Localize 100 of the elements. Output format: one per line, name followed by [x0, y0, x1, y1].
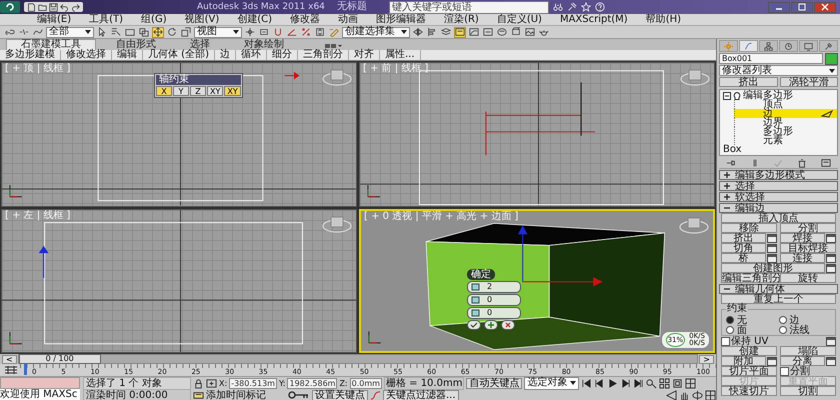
rollout-header[interactable]: 编辑边 [719, 203, 838, 213]
maxscript-field[interactable] [0, 377, 80, 389]
layers-icon[interactable] [440, 26, 452, 38]
search-field[interactable]: 键入关键字或短语 [388, 0, 549, 14]
absolute-mode-icon[interactable] [206, 378, 217, 388]
menu-item[interactable]: MAXScript(M) [550, 14, 637, 25]
panel-button[interactable]: 创建图形 [721, 263, 825, 273]
move-icon[interactable] [152, 26, 164, 38]
menu-item[interactable]: 工具(T) [80, 14, 132, 25]
ribbon-panel-tab[interactable]: 编辑 [112, 50, 143, 60]
panel-button[interactable]: 旋转 [780, 273, 836, 283]
monitor-icon[interactable] [799, 40, 818, 52]
trash-icon[interactable] [797, 158, 808, 168]
pivot-icon[interactable] [244, 26, 256, 38]
stack-item[interactable]: Box [720, 145, 837, 154]
panel-button[interactable]: 插入顶点 [721, 213, 836, 223]
dropdown[interactable]: 全部 [46, 26, 94, 38]
set-key-button[interactable]: 设置关键点 [312, 390, 368, 400]
panel-button[interactable]: 快速切片 [721, 386, 777, 396]
settings-button[interactable] [826, 264, 836, 272]
zoom-extents-icon[interactable] [672, 378, 684, 388]
zoom-icon[interactable] [646, 378, 658, 388]
radio-button[interactable] [778, 326, 786, 334]
axis-button[interactable]: XY [207, 86, 224, 96]
ribbon-panel-tab[interactable]: 三角剖分 [298, 50, 349, 60]
maximize-button[interactable] [791, 2, 813, 12]
axis-button[interactable]: Y [173, 86, 189, 96]
help-icon[interactable] [594, 2, 605, 12]
curve-icon[interactable] [739, 40, 758, 52]
save-icon[interactable] [49, 2, 58, 12]
time-slider-thumb[interactable]: 0 / 100 [18, 354, 101, 364]
dropdown[interactable]: 视图 [194, 26, 242, 38]
align-icon[interactable] [426, 26, 438, 38]
object-name-field[interactable]: Box001 [719, 53, 823, 64]
skip-forward-icon[interactable] [633, 378, 644, 388]
collapse-icon[interactable] [723, 92, 731, 100]
scale-icon[interactable] [180, 26, 192, 38]
axis-button[interactable]: X [156, 86, 172, 96]
app-logo-icon[interactable] [0, 1, 20, 13]
stack-subobject[interactable]: 元素 [734, 136, 837, 145]
stack-subobject[interactable]: 多边形 [734, 127, 837, 136]
panel-button[interactable]: 分离 [780, 356, 825, 366]
new-file-icon[interactable] [27, 2, 36, 12]
axis-button[interactable]: Z [190, 86, 206, 96]
lock-icon[interactable] [193, 378, 204, 388]
settings-button[interactable] [826, 234, 836, 242]
rollout-header[interactable]: 编辑几何体 [719, 284, 838, 294]
zoom-extents-all-icon[interactable] [685, 378, 696, 388]
panel-button[interactable]: 切角 [721, 243, 766, 253]
clock-icon[interactable] [779, 40, 798, 52]
time-slider-track[interactable]: 0 / 100 [18, 354, 698, 364]
ribbon-panel-tab[interactable]: 细分 [266, 50, 298, 60]
checkbox[interactable] [780, 366, 789, 376]
object-color-swatch[interactable] [825, 53, 838, 65]
caddy-field[interactable]: 0 [467, 294, 521, 306]
panel-button[interactable]: 目标焊接 [780, 243, 836, 253]
settings-button[interactable] [767, 234, 777, 242]
lightbulb-icon[interactable] [733, 92, 741, 100]
ribbon-panel-tab[interactable]: 修改选择 [61, 50, 112, 60]
ribbon-panel-tab[interactable]: 属性... [380, 50, 421, 60]
checkmark-icon[interactable] [773, 158, 784, 168]
menu-item[interactable]: 创建(C) [228, 14, 282, 25]
key-set-dropdown[interactable]: 选定对象 [524, 376, 580, 390]
ribbon-panel-tab[interactable]: 循环 [236, 50, 267, 60]
modifier-button[interactable]: 挤出 [719, 77, 778, 87]
panel-button[interactable]: 塌陷 [780, 346, 836, 356]
percent-snap-icon[interactable] [300, 26, 312, 38]
coordinate-field[interactable]: 1982.586m [287, 378, 338, 388]
step-back-icon[interactable] [594, 378, 606, 388]
menu-item[interactable]: 图形编辑器 [367, 14, 436, 25]
mirror-icon[interactable] [412, 26, 424, 38]
ribbon-panel-tab[interactable]: 几何体 (全部) [143, 50, 215, 60]
close-button[interactable] [814, 2, 836, 12]
settings-button[interactable] [826, 254, 836, 262]
auto-key-button[interactable]: 自动关键点 [466, 378, 522, 388]
curve-icon[interactable] [370, 390, 381, 400]
star-outline-icon[interactable] [580, 2, 591, 12]
ribbon-panel-tab[interactable]: 对齐 [348, 50, 380, 60]
panel-button[interactable]: 切片平面 [721, 366, 777, 376]
plus-button-icon[interactable] [484, 320, 498, 330]
window-icon[interactable] [821, 158, 832, 168]
maximize-viewport-icon[interactable] [705, 390, 716, 400]
rollout-header[interactable]: 编辑多边形模式 [719, 170, 838, 180]
caddy-field[interactable]: 0 [467, 306, 521, 318]
time-tag-text[interactable]: 添加时间标记 [206, 390, 266, 400]
list-cursor-icon[interactable] [110, 26, 122, 38]
radio-button[interactable] [726, 326, 734, 334]
menu-item[interactable]: 修改器 [281, 14, 330, 25]
dropdown[interactable]: 创建选择集 [342, 26, 410, 38]
ribbon-toggle-icon[interactable] [454, 26, 466, 38]
panel-button[interactable]: 桥 [721, 253, 766, 263]
ribbon-tab[interactable]: 石墨建模工具 [6, 39, 96, 50]
ribbon-tab[interactable]: 选择 [176, 40, 224, 50]
rollout-header[interactable]: 选择 [719, 181, 838, 191]
caddy-field[interactable]: 2 [467, 280, 521, 292]
axis-button[interactable]: XY [224, 86, 241, 96]
checkmark-button-icon[interactable] [467, 320, 481, 330]
frame-window-icon[interactable] [524, 26, 536, 38]
time-tag-icon[interactable] [193, 390, 204, 400]
ribbon-panel-tab[interactable]: 多边形建模 [0, 50, 61, 60]
